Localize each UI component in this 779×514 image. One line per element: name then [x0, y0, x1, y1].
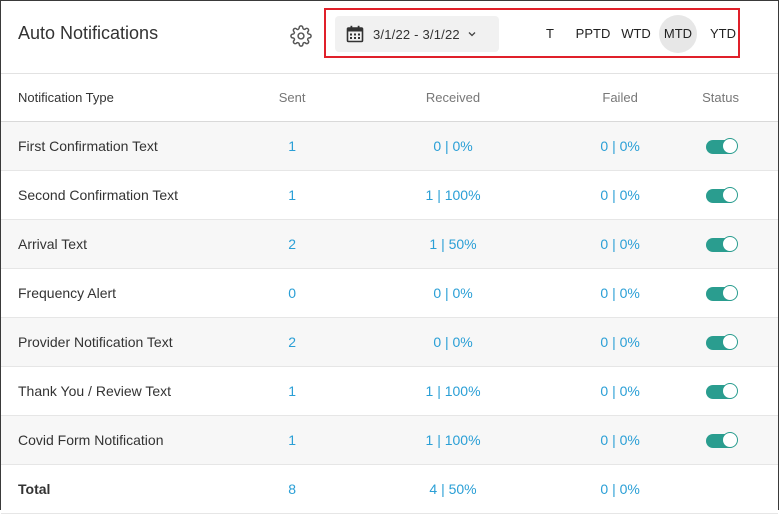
- table-row: Provider Notification Text 2 0 | 0% 0 | …: [1, 317, 778, 367]
- toggle-knob: [721, 187, 738, 204]
- received-count[interactable]: 1 | 100%: [329, 415, 578, 465]
- page-title: Auto Notifications: [18, 23, 159, 43]
- notification-type: Second Confirmation Text: [1, 170, 256, 220]
- table-row: First Confirmation Text 1 0 | 0% 0 | 0%: [1, 121, 778, 171]
- received-count[interactable]: 1 | 50%: [329, 219, 578, 269]
- notification-type: Thank You / Review Text: [1, 366, 256, 416]
- col-header-status: Status: [663, 74, 778, 122]
- total-status-empty: [663, 464, 778, 514]
- col-header-type: Notification Type: [1, 74, 256, 122]
- col-header-received: Received: [329, 74, 578, 122]
- status-cell: [663, 170, 778, 220]
- period-ytd-button[interactable]: YTD: [708, 16, 738, 52]
- status-cell: [663, 366, 778, 416]
- auto-notifications-panel: Auto Notifications 3/1/22 - 3/1/22 T PPT…: [0, 0, 779, 514]
- period-wtd-button[interactable]: WTD: [620, 16, 652, 52]
- status-toggle[interactable]: [705, 285, 738, 302]
- failed-count[interactable]: 0 | 0%: [577, 415, 664, 465]
- toggle-knob: [721, 236, 738, 253]
- failed-count[interactable]: 0 | 0%: [577, 121, 664, 171]
- status-cell: [663, 121, 778, 171]
- received-count[interactable]: 0 | 0%: [329, 121, 578, 171]
- received-count[interactable]: 0 | 0%: [329, 268, 578, 318]
- received-count[interactable]: 0 | 0%: [329, 317, 578, 367]
- sent-count[interactable]: 2: [255, 317, 329, 367]
- period-mtd-button[interactable]: MTD: [659, 15, 697, 53]
- date-filter-group: 3/1/22 - 3/1/22 T PPTD WTD MTD YTD: [324, 8, 740, 58]
- period-pptd-button[interactable]: PPTD: [574, 16, 612, 52]
- sent-count[interactable]: 1: [255, 415, 329, 465]
- toggle-knob: [721, 285, 738, 302]
- received-count[interactable]: 1 | 100%: [329, 366, 578, 416]
- toggle-knob: [721, 138, 738, 155]
- toggle-knob: [721, 432, 738, 449]
- total-received[interactable]: 4 | 50%: [329, 464, 578, 514]
- panel-header: Auto Notifications 3/1/22 - 3/1/22 T PPT…: [1, 1, 778, 74]
- chevron-down-icon: [468, 32, 476, 37]
- total-failed[interactable]: 0 | 0%: [577, 464, 664, 514]
- notification-type: Arrival Text: [1, 219, 256, 269]
- status-toggle[interactable]: [705, 187, 738, 204]
- table-row: Arrival Text 2 1 | 50% 0 | 0%: [1, 219, 778, 269]
- notification-type: Covid Form Notification: [1, 415, 256, 465]
- toggle-knob: [721, 383, 738, 400]
- table-header-row: Notification Type Sent Received Failed S…: [1, 74, 778, 122]
- table-row: Thank You / Review Text 1 1 | 100% 0 | 0…: [1, 366, 778, 416]
- status-cell: [663, 317, 778, 367]
- col-header-failed: Failed: [577, 74, 664, 122]
- total-sent[interactable]: 8: [255, 464, 329, 514]
- sent-count[interactable]: 1: [255, 366, 329, 416]
- notification-type: First Confirmation Text: [1, 121, 256, 171]
- table-row: Second Confirmation Text 1 1 | 100% 0 | …: [1, 170, 778, 220]
- failed-count[interactable]: 0 | 0%: [577, 170, 664, 220]
- sent-count[interactable]: 0: [255, 268, 329, 318]
- status-cell: [663, 415, 778, 465]
- failed-count[interactable]: 0 | 0%: [577, 317, 664, 367]
- notifications-table: Notification Type Sent Received Failed S…: [1, 74, 778, 514]
- status-toggle[interactable]: [705, 236, 738, 253]
- status-toggle[interactable]: [705, 138, 738, 155]
- status-cell: [663, 219, 778, 269]
- toggle-knob: [721, 334, 738, 351]
- status-cell: [663, 268, 778, 318]
- date-range-picker[interactable]: 3/1/22 - 3/1/22: [335, 16, 499, 52]
- table-row: Frequency Alert 0 0 | 0% 0 | 0%: [1, 268, 778, 318]
- period-today-button[interactable]: T: [543, 16, 557, 52]
- sent-count[interactable]: 2: [255, 219, 329, 269]
- date-range-text: 3/1/22 - 3/1/22: [373, 26, 460, 42]
- failed-count[interactable]: 0 | 0%: [577, 219, 664, 269]
- status-toggle[interactable]: [705, 334, 738, 351]
- calendar-icon: [346, 25, 364, 43]
- total-label: Total: [1, 464, 256, 514]
- failed-count[interactable]: 0 | 0%: [577, 268, 664, 318]
- table-row: Covid Form Notification 1 1 | 100% 0 | 0…: [1, 415, 778, 465]
- notification-type: Frequency Alert: [1, 268, 256, 318]
- status-toggle[interactable]: [705, 432, 738, 449]
- sent-count[interactable]: 1: [255, 170, 329, 220]
- notification-type: Provider Notification Text: [1, 317, 256, 367]
- sent-count[interactable]: 1: [255, 121, 329, 171]
- col-header-sent: Sent: [255, 74, 329, 122]
- gear-icon[interactable]: [290, 25, 312, 47]
- status-toggle[interactable]: [705, 383, 738, 400]
- failed-count[interactable]: 0 | 0%: [577, 366, 664, 416]
- received-count[interactable]: 1 | 100%: [329, 170, 578, 220]
- total-row: Total 8 4 | 50% 0 | 0%: [1, 464, 778, 514]
